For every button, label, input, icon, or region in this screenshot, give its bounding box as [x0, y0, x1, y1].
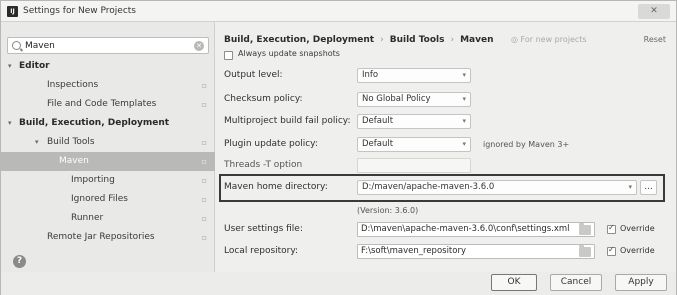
- plugin-update-policy-select[interactable]: Default ▾: [357, 137, 471, 152]
- tree-item-maven[interactable]: Maven ▫: [1, 152, 215, 171]
- cancel-button[interactable]: Cancel: [550, 274, 602, 291]
- settings-tree: ▾ Editor Inspections ▫ File and Code Tem…: [1, 57, 215, 247]
- user-settings-field[interactable]: D:\maven\apache-maven-3.6.0\conf\setting…: [357, 222, 595, 237]
- tree-item-label: Maven: [59, 156, 89, 166]
- close-button[interactable]: ✕: [638, 4, 670, 19]
- tree-item-editor[interactable]: ▾ Editor: [1, 57, 215, 76]
- help-icon[interactable]: ?: [13, 255, 26, 268]
- output-level-label: Output level:: [224, 70, 283, 80]
- maven-home-value: D:/maven/apache-maven-3.6.0: [362, 182, 495, 192]
- project-scope-icon: ▫: [201, 195, 207, 204]
- plugin-update-policy-value: Default: [362, 139, 394, 149]
- app-icon: IJ: [7, 6, 18, 17]
- local-repository-override-label: Override: [620, 246, 655, 255]
- breadcrumb: Build, Execution, Deployment › Build Tools…: [224, 35, 494, 45]
- breadcrumb-separator: ›: [450, 35, 455, 45]
- output-level-select[interactable]: Info ▾: [357, 68, 471, 83]
- expanded-arrow-icon[interactable]: ▾: [35, 133, 39, 152]
- breadcrumb-build-execution[interactable]: Build, Execution, Deployment: [224, 35, 374, 45]
- expanded-arrow-icon[interactable]: ▾: [8, 57, 12, 76]
- tree-item-label: Importing: [71, 175, 115, 185]
- folder-icon[interactable]: [579, 223, 591, 235]
- settings-sidebar: ✕ ▾ Editor Inspections ▫ File and Code T…: [1, 22, 215, 272]
- plugin-update-hint: ignored by Maven 3+: [483, 140, 570, 149]
- checksum-policy-label: Checksum policy:: [224, 94, 303, 104]
- local-repository-label: Local repository:: [224, 246, 299, 256]
- for-new-projects-note: ◎ For new projects: [511, 35, 587, 44]
- local-repository-override-checkbox[interactable]: [607, 245, 616, 256]
- project-scope-icon: ▫: [201, 176, 207, 185]
- user-settings-label: User settings file:: [224, 224, 303, 234]
- breadcrumb-separator: ›: [380, 35, 384, 45]
- multiproject-policy-value: Default: [362, 116, 394, 126]
- threads-input[interactable]: [357, 158, 471, 173]
- expanded-arrow-icon[interactable]: ▾: [8, 114, 12, 133]
- tree-item-label: File and Code Templates: [47, 99, 157, 109]
- search-input[interactable]: [25, 40, 185, 52]
- window-title: Settings for New Projects: [23, 6, 136, 16]
- always-update-checkbox[interactable]: [224, 51, 233, 60]
- always-update-label: Always update snapshots: [238, 49, 340, 58]
- chevron-down-icon: ▾: [628, 183, 632, 191]
- tree-item-ignored-files[interactable]: Ignored Files ▫: [1, 190, 215, 209]
- tree-item-label: Editor: [19, 61, 50, 71]
- local-repository-value: F:\soft\maven_repository: [361, 246, 466, 256]
- output-level-value: Info: [362, 70, 379, 80]
- multiproject-policy-label: Multiproject build fail policy:: [224, 116, 351, 126]
- plugin-update-policy-label: Plugin update policy:: [224, 139, 318, 149]
- breadcrumb-build-tools[interactable]: Build Tools: [390, 35, 445, 45]
- tree-item-importing[interactable]: Importing ▫: [1, 171, 215, 190]
- reset-link[interactable]: Reset: [644, 35, 666, 44]
- apply-button[interactable]: Apply: [615, 274, 667, 291]
- chevron-down-icon: ▾: [462, 71, 466, 79]
- chevron-down-icon: ▾: [462, 140, 466, 148]
- project-scope-icon: ▫: [201, 81, 207, 90]
- user-settings-value: D:\maven\apache-maven-3.6.0\conf\setting…: [361, 224, 570, 234]
- tree-item-file-code-templates[interactable]: File and Code Templates ▫: [1, 95, 215, 114]
- chevron-down-icon: ▾: [462, 95, 466, 103]
- tree-item-label: Ignored Files: [71, 194, 128, 204]
- settings-window: IJ Settings for New Projects ✕ ✕ ▾ Edito…: [0, 0, 677, 295]
- for-new-projects-text: For new projects: [520, 35, 587, 44]
- project-scope-icon: ▫: [201, 100, 207, 109]
- maven-home-select[interactable]: D:/maven/apache-maven-3.6.0 ▾: [357, 180, 637, 195]
- settings-search[interactable]: ✕: [7, 37, 209, 54]
- project-scope-icon: ▫: [201, 157, 207, 166]
- threads-label: Threads -T option: [224, 160, 303, 170]
- ok-button[interactable]: OK: [491, 274, 537, 291]
- project-scope-icon: ▫: [201, 233, 207, 242]
- search-icon: [12, 41, 21, 50]
- title-bar: IJ Settings for New Projects ✕: [1, 1, 676, 22]
- maven-settings-panel: Build, Execution, Deployment › Build Tools…: [215, 22, 676, 272]
- dialog-footer: OK Cancel Apply: [1, 272, 676, 295]
- tree-item-label: Build Tools: [47, 137, 95, 147]
- checksum-policy-value: No Global Policy: [362, 94, 431, 104]
- folder-icon[interactable]: [579, 245, 591, 257]
- tree-item-label: Build, Execution, Deployment: [19, 118, 170, 128]
- user-settings-override-checkbox[interactable]: [607, 223, 616, 234]
- project-scope-icon: ▫: [201, 214, 207, 223]
- tree-item-remote-jar-repositories[interactable]: Remote Jar Repositories ▫: [1, 228, 215, 247]
- tree-item-build-tools[interactable]: ▾ Build Tools ▫: [1, 133, 215, 152]
- browse-maven-home-button[interactable]: …: [640, 180, 657, 195]
- tree-item-build-execution-deployment[interactable]: ▾ Build, Execution, Deployment: [1, 114, 215, 133]
- maven-home-label: Maven home directory:: [224, 182, 328, 192]
- breadcrumb-maven: Maven: [460, 35, 494, 45]
- checksum-policy-select[interactable]: No Global Policy ▾: [357, 92, 471, 107]
- local-repository-field[interactable]: F:\soft\maven_repository: [357, 244, 595, 259]
- project-scope-icon: ▫: [201, 138, 207, 147]
- tree-item-label: Remote Jar Repositories: [47, 232, 155, 242]
- maven-version-text: (Version: 3.6.0): [357, 206, 419, 215]
- tree-item-label: Inspections: [47, 80, 99, 90]
- tree-item-label: Runner: [71, 213, 104, 223]
- user-settings-override-label: Override: [620, 224, 655, 233]
- chevron-down-icon: ▾: [462, 117, 466, 125]
- tree-item-inspections[interactable]: Inspections ▫: [1, 76, 215, 95]
- tree-item-runner[interactable]: Runner ▫: [1, 209, 215, 228]
- multiproject-policy-select[interactable]: Default ▾: [357, 114, 471, 129]
- clear-search-icon[interactable]: ✕: [194, 41, 204, 51]
